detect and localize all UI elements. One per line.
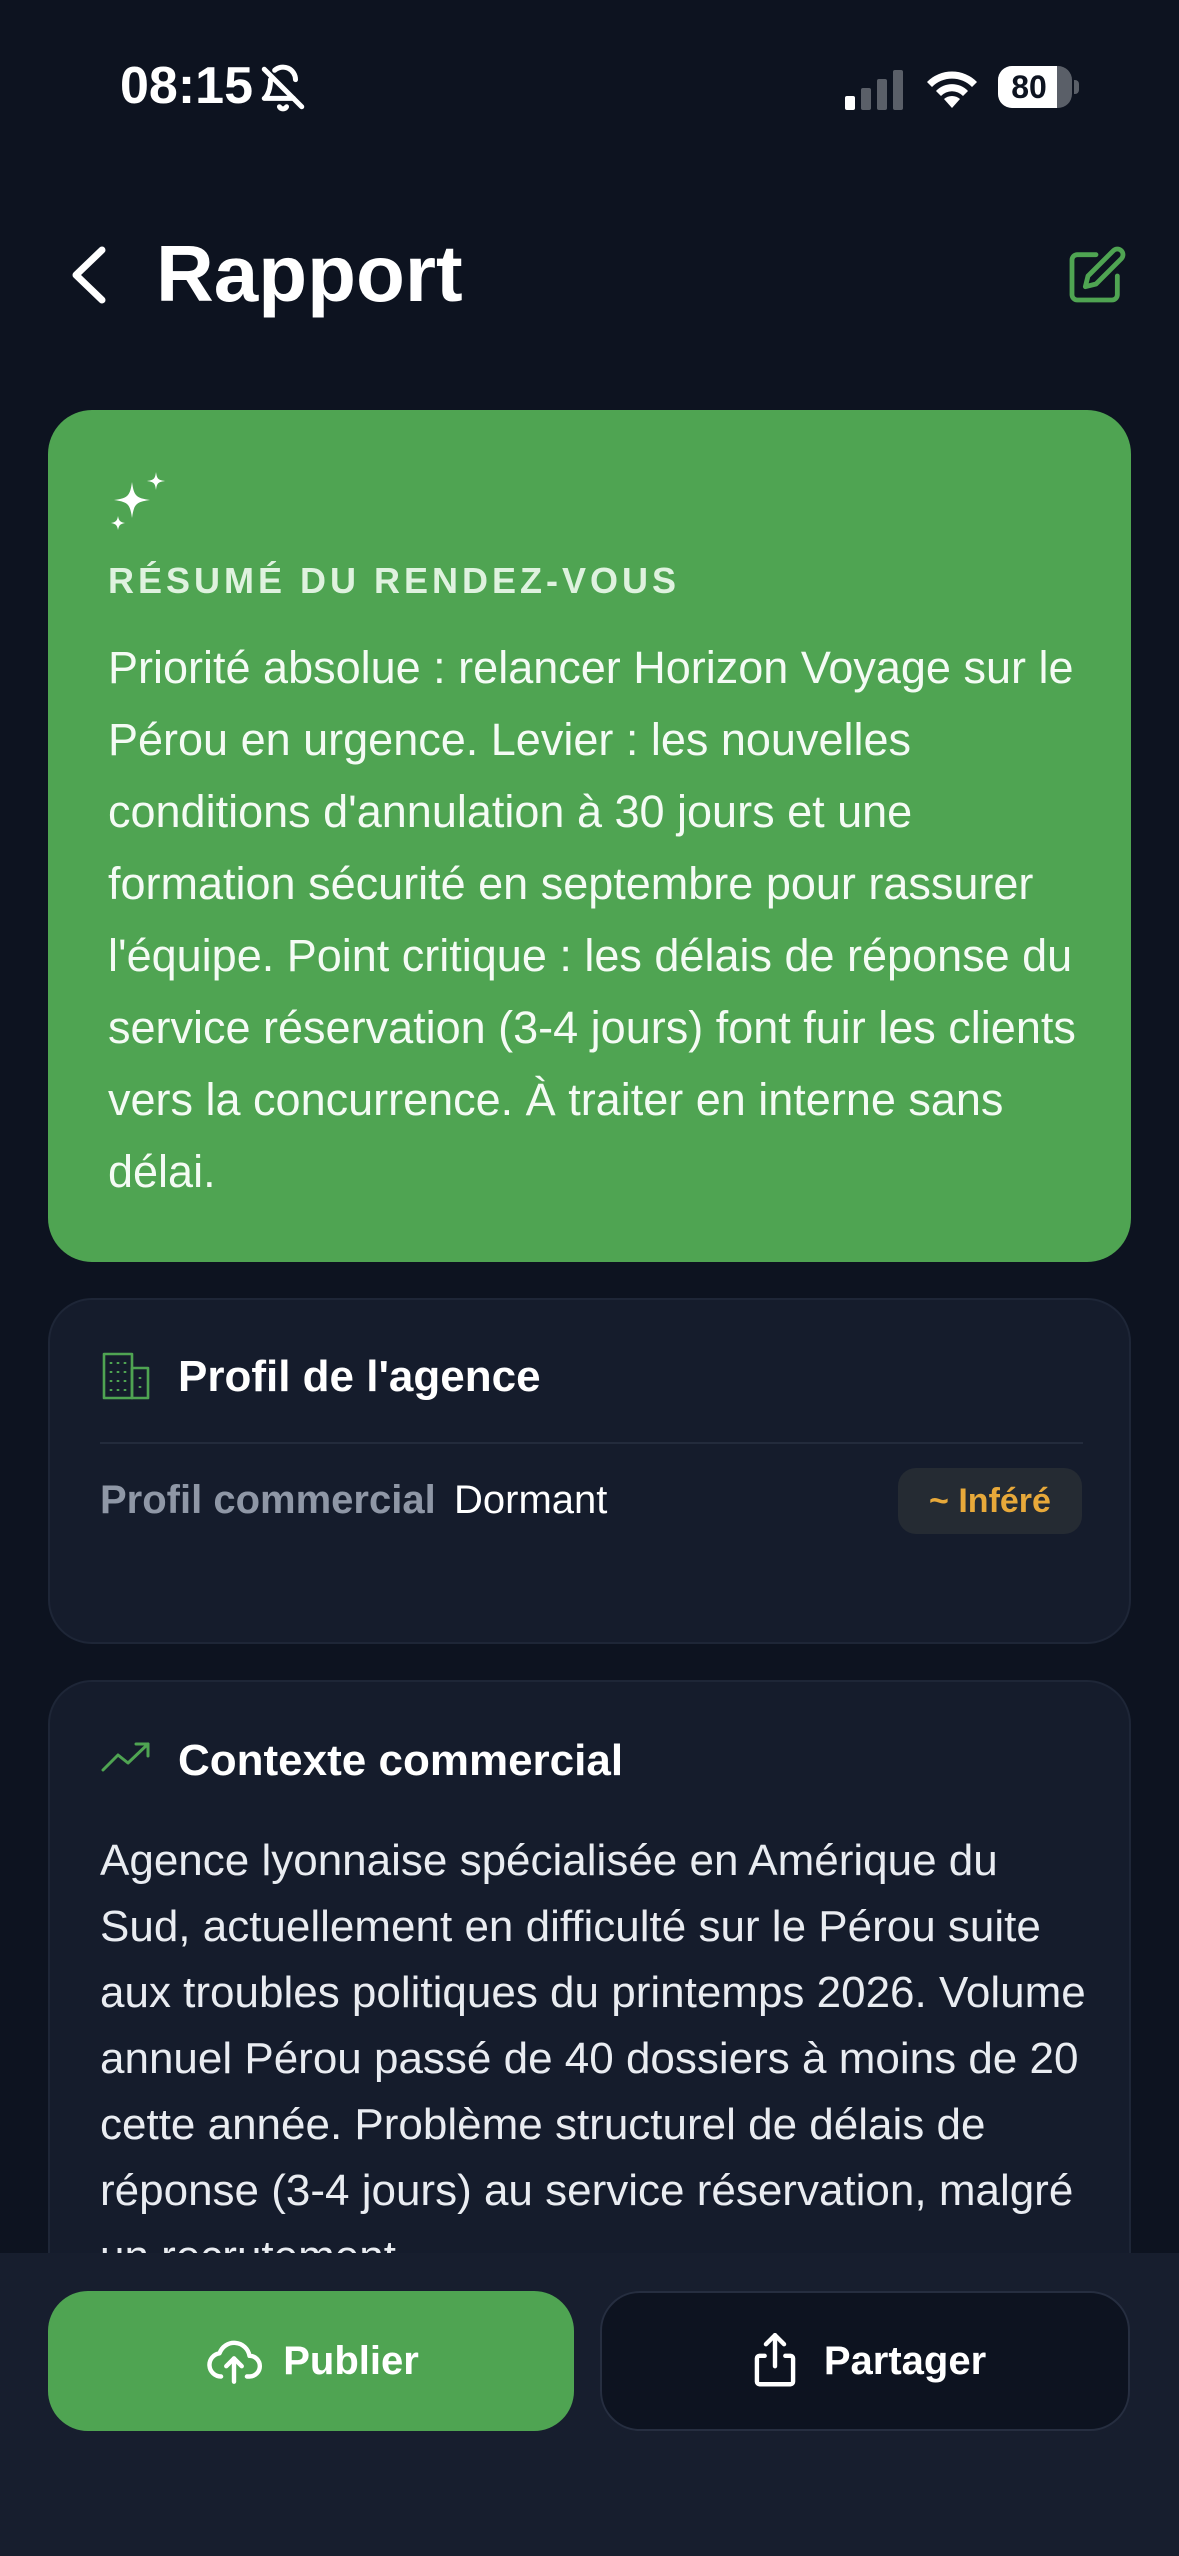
share-button-content: Partager <box>602 2293 1128 2429</box>
commercial-profile-label: Profil commercial <box>100 1478 436 1522</box>
summary-text: Priorité absolue : relancer Horizon Voya… <box>108 642 1076 1197</box>
screen: 08:15 80 Rapport RÉSUMÉ DU RENDEZ-VOUS P… <box>0 0 1179 2556</box>
chevron-left-icon[interactable] <box>60 240 120 310</box>
profile-card-title: Profil de l'agence <box>178 1352 541 1401</box>
share-icon <box>754 2332 796 2387</box>
signal-icon <box>845 70 903 110</box>
agency-profile-card: Profil de l'agence Profil commercial Dor… <box>48 1298 1131 1644</box>
battery-body: 80 <box>998 66 1072 108</box>
wifi-icon <box>927 71 977 108</box>
battery-level-text: 80 <box>1011 69 1047 105</box>
bell-off-icon <box>261 64 305 112</box>
inferred-badge: ~ Inféré <box>898 1468 1082 1534</box>
battery-indicator: 80 <box>998 66 1079 108</box>
publish-button-label: Publier <box>283 2338 419 2383</box>
building-icon <box>102 1352 150 1400</box>
meeting-summary-card: RÉSUMÉ DU RENDEZ-VOUS Priorité absolue :… <box>48 410 1131 1262</box>
context-card-title: Contexte commercial <box>178 1736 624 1785</box>
battery-tip <box>1074 80 1079 94</box>
status-time: 08:15 <box>120 57 253 115</box>
publish-button[interactable]: Publier <box>48 2291 574 2431</box>
trending-up-icon <box>101 1742 150 1772</box>
divider <box>100 1442 1083 1444</box>
share-button[interactable]: Partager <box>600 2291 1130 2431</box>
edit-icon[interactable] <box>1064 244 1128 308</box>
context-text: Agence lyonnaise spécialisée en Amérique… <box>100 1836 1086 2281</box>
sparkles-icon <box>111 472 165 530</box>
commercial-profile-value: Dormant <box>454 1478 608 1522</box>
header: Rapport <box>0 200 1179 360</box>
bottom-action-bar: Publier Partager <box>0 2253 1179 2556</box>
share-button-label: Partager <box>823 2338 987 2383</box>
summary-label: RÉSUMÉ DU RENDEZ-VOUS <box>108 560 681 601</box>
publish-button-content: Publier <box>48 2291 574 2431</box>
page-title: Rapport <box>156 229 463 318</box>
cloud-upload-icon <box>207 2340 263 2384</box>
status-bar: 08:15 80 <box>0 0 1179 170</box>
